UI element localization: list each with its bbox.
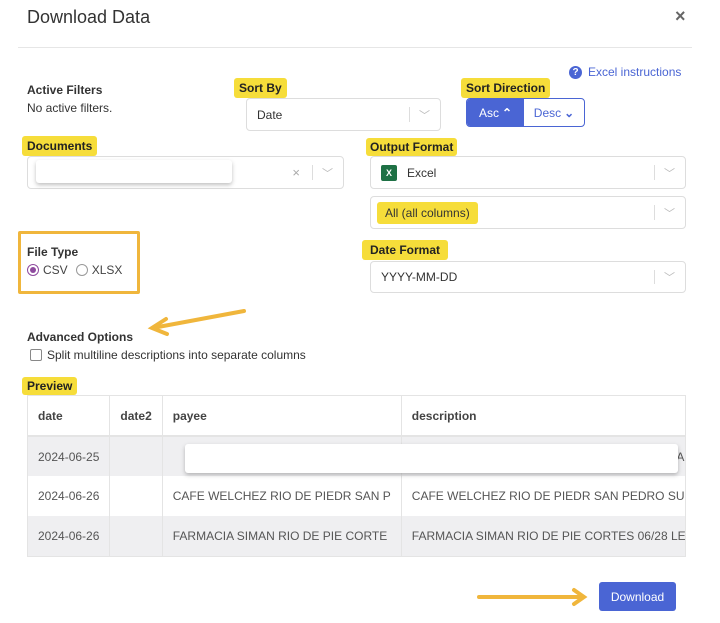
- output-format-label: Output Format: [366, 138, 458, 156]
- active-filters-value: No active filters.: [27, 101, 113, 115]
- checkbox[interactable]: [30, 349, 42, 361]
- advanced-options-label: Advanced Options: [27, 330, 134, 344]
- preview-label: Preview: [22, 377, 78, 395]
- date-format-label: Date Format: [362, 240, 449, 260]
- download-button[interactable]: Download: [599, 582, 676, 611]
- preview-table: datedate2payeedescription 2024-06-25A C …: [27, 395, 686, 557]
- chevron-down-icon: ﹀: [664, 167, 675, 180]
- sort-by-select[interactable]: Date ﹀: [246, 98, 441, 131]
- columns-select[interactable]: All (all columns) ﹀: [370, 196, 686, 229]
- sort-by-label: Sort By: [234, 78, 287, 98]
- chevron-down-icon: ⌄: [564, 105, 575, 120]
- output-format-select[interactable]: X Excel ﹀: [370, 156, 686, 189]
- close-icon[interactable]: ×: [675, 6, 686, 27]
- redacted-box: [185, 444, 678, 473]
- file-type-label: File Type: [27, 245, 79, 259]
- sort-asc-button[interactable]: Asc ⌃: [467, 99, 524, 126]
- radio-csv[interactable]: [27, 264, 39, 276]
- sort-desc-button[interactable]: Desc ⌄: [524, 99, 584, 126]
- documents-label: Documents: [22, 136, 98, 156]
- clear-icon[interactable]: ×: [292, 165, 300, 180]
- chevron-down-icon: ﹀: [664, 272, 675, 284]
- documents-select[interactable]: × ﹀: [27, 156, 344, 189]
- file-type-radios: CSV XLSX: [27, 263, 122, 277]
- sort-direction-group: Asc ⌃ Desc ⌄: [466, 98, 585, 127]
- date-format-select[interactable]: YYYY-MM-DD ﹀: [370, 261, 686, 293]
- split-descriptions-checkbox[interactable]: Split multiline descriptions into separa…: [30, 348, 306, 362]
- chevron-up-icon: ⌃: [501, 105, 513, 120]
- help-icon: ?: [569, 65, 582, 79]
- radio-xlsx[interactable]: [75, 264, 88, 276]
- annotation-arrow-icon: [477, 588, 588, 606]
- redacted-box: [36, 160, 232, 183]
- table-row: 2024-06-26 FARMACIA SIMAN RIO DE PIE CORT…: [28, 516, 685, 556]
- excel-icon: X: [381, 164, 397, 181]
- sort-direction-label: Sort Direction: [461, 78, 551, 98]
- dialog-title: Download Data: [27, 7, 151, 27]
- chevron-down-icon: ﹀: [322, 167, 333, 180]
- table-header: date date2 payee description: [28, 396, 685, 437]
- chevron-down-icon: ﹀: [419, 109, 430, 122]
- chevron-down-icon: ﹀: [664, 207, 675, 220]
- table-row: 2024-06-26 CAFE WELCHEZ RIO DE PIEDR SAN …: [28, 476, 685, 516]
- excel-instructions-link[interactable]: ? Excel instructions: [569, 65, 681, 79]
- annotation-arrow-icon: [147, 309, 246, 336]
- active-filters-label: Active Filters: [27, 83, 103, 97]
- divider: [18, 47, 692, 48]
